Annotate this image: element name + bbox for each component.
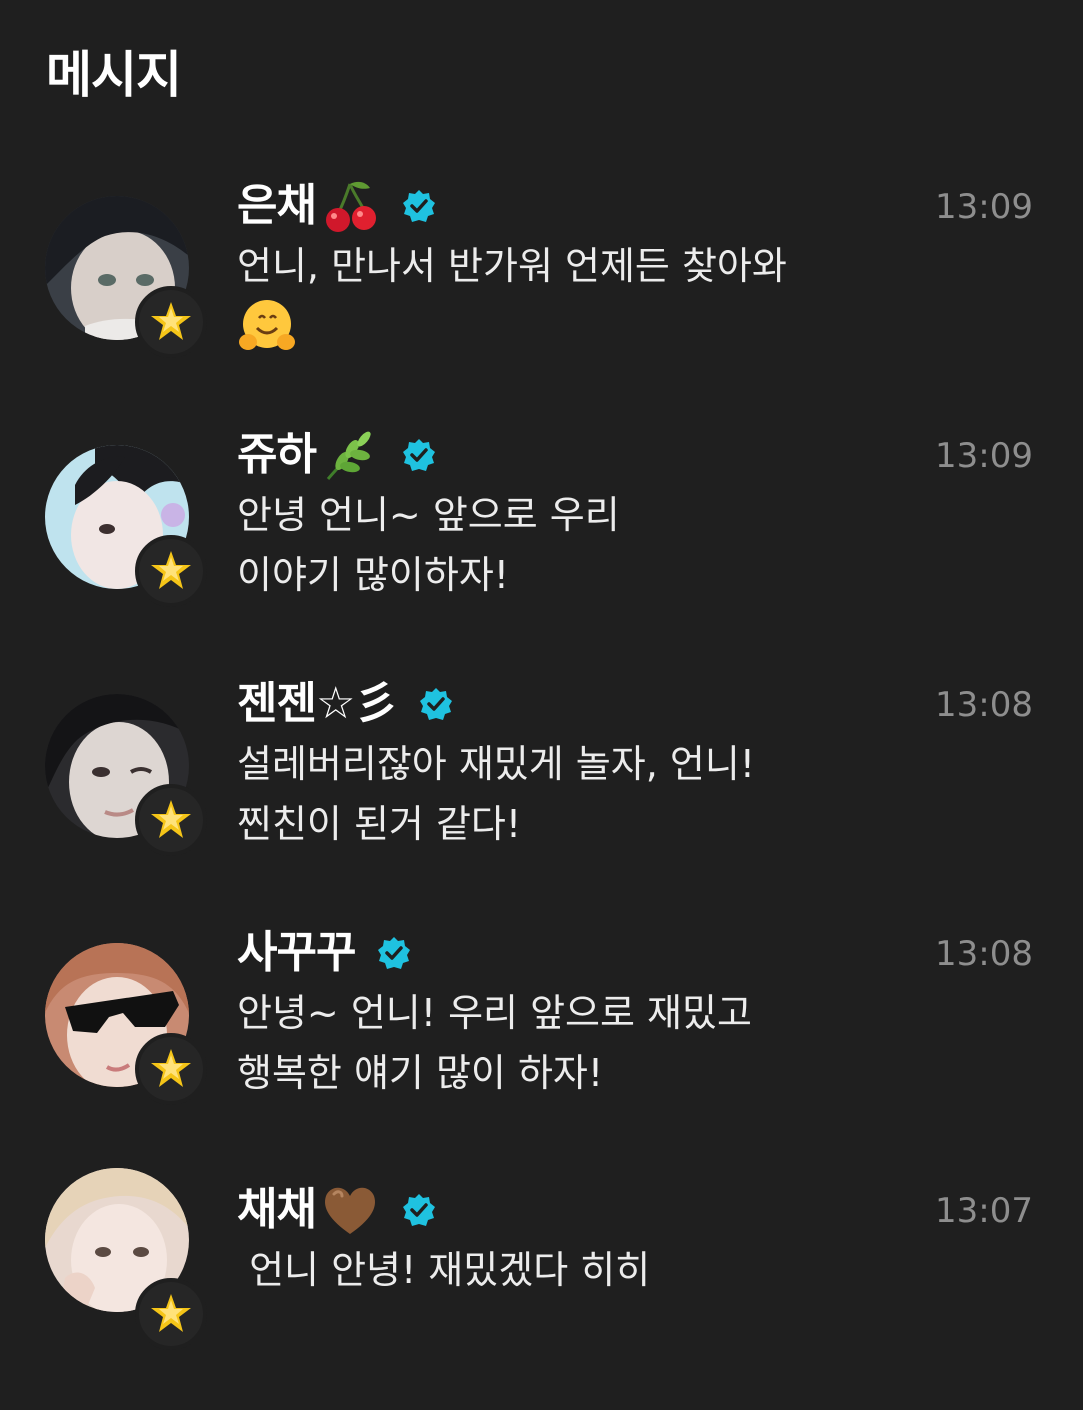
- message-line: 행복한 얘기 많이 하자!: [237, 1051, 604, 1095]
- verified-badge-icon: [402, 189, 436, 223]
- verified-badge-icon: [419, 687, 453, 721]
- verified-badge-icon: [402, 1193, 436, 1227]
- hugging-face-icon: [237, 296, 297, 356]
- message-line: 안녕 언니~ 앞으로 우리: [237, 493, 620, 537]
- message-preview: 안녕 언니~ 앞으로 우리 이야기 많이하자!: [237, 485, 937, 605]
- message-line: 언니 안녕! 재밌겠다 히히: [237, 1248, 651, 1292]
- message-line: 안녕~ 언니! 우리 앞으로 재밌고: [237, 991, 752, 1035]
- message-preview: 안녕~ 언니! 우리 앞으로 재밌고 행복한 얘기 많이 하자!: [237, 983, 937, 1103]
- verified-badge-icon: [402, 438, 436, 472]
- message-item-zenzen[interactable]: 젠젠☆彡 13:08 설레버리잖아 재밌게 놀자, 언니! 찐친이 된거 같다!: [0, 674, 1083, 904]
- message-list: 은채 13:09 언니, 만나서 반가워 언제든 찾아와 쥬하 13:09 안녕…: [0, 0, 1083, 1385]
- sender-row: 쥬하: [237, 425, 436, 485]
- sender-name: 사꾸꾸: [237, 927, 356, 978]
- timestamp: 13:08: [935, 685, 1033, 725]
- message-item-juha[interactable]: 쥬하 13:09 안녕 언니~ 앞으로 우리 이야기 많이하자!: [0, 425, 1083, 655]
- sender-row: 사꾸꾸: [237, 923, 411, 983]
- message-item-chaechae[interactable]: 채채 13:07 언니 안녕! 재밌겠다 히히: [0, 1168, 1083, 1410]
- sender-row: 젠젠☆彡: [237, 674, 453, 734]
- timestamp: 13:07: [935, 1191, 1033, 1231]
- message-item-eunchae[interactable]: 은채 13:09 언니, 만나서 반가워 언제든 찾아와: [0, 176, 1083, 406]
- sender-name: 쥬하: [237, 429, 317, 480]
- verified-badge-icon: [377, 936, 411, 970]
- timestamp: 13:09: [935, 436, 1033, 476]
- star-badge-icon: [135, 286, 207, 358]
- herb-icon: [320, 425, 380, 485]
- message-preview: 언니, 만나서 반가워 언제든 찾아와: [237, 236, 937, 356]
- sender-name: 채채: [237, 1184, 317, 1235]
- cherries-icon: [320, 176, 380, 236]
- star-badge-icon: [135, 1278, 207, 1350]
- message-item-sakkukku[interactable]: 사꾸꾸 13:08 안녕~ 언니! 우리 앞으로 재밌고 행복한 얘기 많이 하…: [0, 923, 1083, 1153]
- brown-heart-icon: [320, 1180, 380, 1240]
- sender-name: 은채: [237, 180, 317, 231]
- message-line: 설레버리잖아 재밌게 놀자, 언니!: [237, 742, 756, 786]
- timestamp: 13:09: [935, 187, 1033, 227]
- message-line: 찐친이 된거 같다!: [237, 802, 522, 846]
- star-badge-icon: [135, 535, 207, 607]
- sender-name: 젠젠☆彡: [237, 678, 398, 729]
- sender-row: 은채: [237, 176, 436, 236]
- message-preview: 설레버리잖아 재밌게 놀자, 언니! 찐친이 된거 같다!: [237, 734, 937, 854]
- sender-row: 채채: [237, 1180, 436, 1240]
- timestamp: 13:08: [935, 934, 1033, 974]
- message-line: 이야기 많이하자!: [237, 553, 510, 597]
- star-badge-icon: [135, 1033, 207, 1105]
- message-line: 언니, 만나서 반가워 언제든 찾아와: [237, 244, 787, 288]
- message-preview: 언니 안녕! 재밌겠다 히히: [237, 1240, 937, 1300]
- star-badge-icon: [135, 784, 207, 856]
